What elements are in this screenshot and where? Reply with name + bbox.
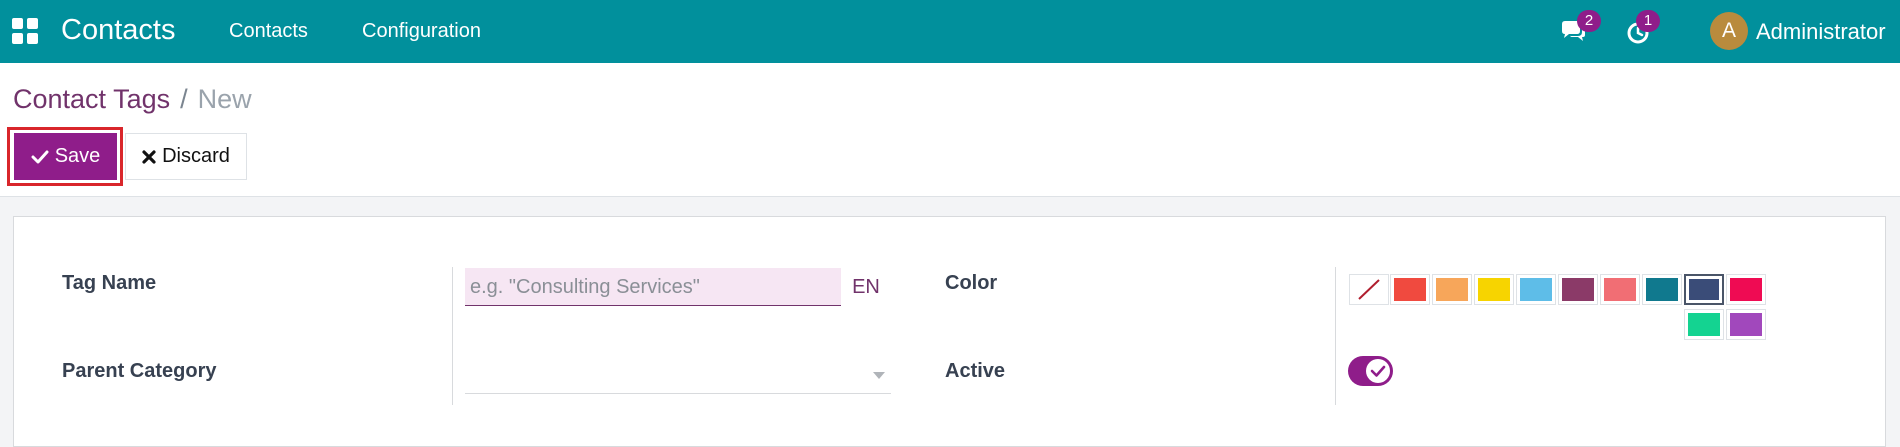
parent-category-select[interactable]: [465, 356, 891, 394]
color-swatch-dark-blue[interactable]: [1684, 274, 1724, 305]
color-swatch-dark-purple[interactable]: [1558, 274, 1598, 305]
color-swatch-orange[interactable]: [1432, 274, 1472, 305]
translate-language-button[interactable]: EN: [841, 268, 891, 306]
avatar[interactable]: A: [1710, 12, 1748, 50]
nav-menu-contacts[interactable]: Contacts: [229, 20, 308, 43]
apps-menu-icon[interactable]: [12, 18, 38, 44]
color-swatch-green[interactable]: [1684, 309, 1724, 340]
color-swatch-fuchsia[interactable]: [1726, 274, 1766, 305]
discard-button-label: Discard: [162, 145, 230, 167]
breadcrumb-contact-tags[interactable]: Contact Tags: [13, 84, 170, 114]
color-swatch-medium-blue[interactable]: [1642, 274, 1682, 305]
chat-count-badge: 2: [1577, 10, 1601, 32]
parent-category-label: Parent Category: [62, 360, 217, 382]
color-swatch-purple[interactable]: [1726, 309, 1766, 340]
color-swatch-no-color[interactable]: [1349, 274, 1389, 305]
save-button-label: Save: [54, 145, 101, 167]
color-swatch-light-blue[interactable]: [1516, 274, 1556, 305]
active-toggle[interactable]: [1348, 356, 1393, 386]
color-swatch-red[interactable]: [1390, 274, 1430, 305]
field-separator: [452, 267, 453, 405]
control-panel: Contact Tags / New: [0, 63, 1900, 197]
check-icon: [1370, 365, 1386, 377]
breadcrumb-separator: /: [180, 84, 188, 114]
nav-menu-configuration[interactable]: Configuration: [362, 20, 481, 43]
user-menu[interactable]: Administrator: [1756, 19, 1886, 45]
discard-button[interactable]: Discard: [125, 133, 247, 180]
no-color-slash-icon: [1358, 279, 1380, 300]
breadcrumb: Contact Tags / New: [13, 84, 252, 115]
color-swatch-yellow[interactable]: [1474, 274, 1514, 305]
chevron-down-icon: [873, 372, 885, 379]
tag-name-input[interactable]: [465, 268, 837, 306]
breadcrumb-current: New: [197, 84, 252, 114]
tag-name-label: Tag Name: [62, 272, 157, 294]
toggle-knob: [1366, 359, 1390, 383]
form-sheet: [13, 216, 1886, 447]
top-navbar: Contacts Contacts Configuration 2 1 A Ad…: [0, 0, 1900, 63]
color-label: Color: [945, 272, 998, 294]
activity-count-badge: 1: [1636, 10, 1660, 32]
field-separator: [1335, 267, 1336, 405]
save-button[interactable]: Save: [14, 133, 117, 180]
app-title[interactable]: Contacts: [61, 14, 175, 47]
close-icon: [142, 149, 156, 164]
color-swatch-salmon-pink[interactable]: [1600, 274, 1640, 305]
check-icon: [31, 150, 49, 163]
active-label: Active: [945, 360, 1006, 382]
tag-name-field: EN: [465, 268, 891, 306]
